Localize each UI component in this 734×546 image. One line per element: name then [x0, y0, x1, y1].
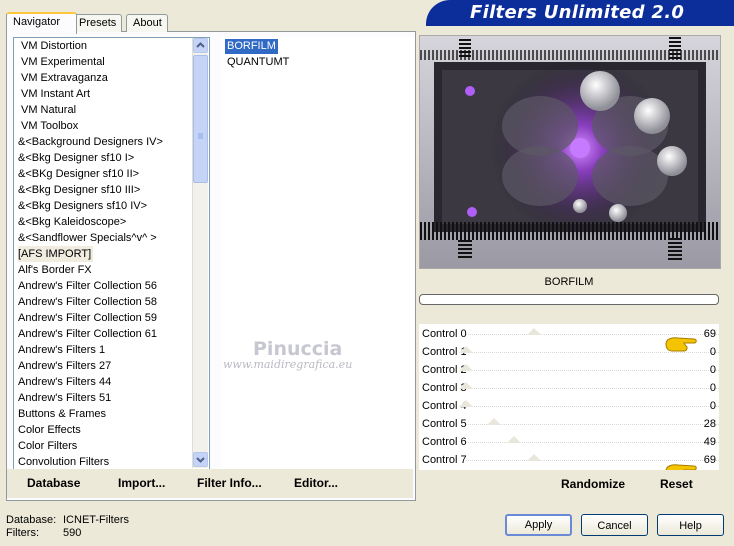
- app-title: Filters Unlimited 2.0: [470, 2, 685, 23]
- control-slider-row[interactable]: Control 20: [419, 362, 719, 380]
- control-track[interactable]: [459, 364, 719, 372]
- category-item[interactable]: Andrew's Filter Collection 59: [18, 310, 157, 326]
- category-item[interactable]: Andrew's Filters 44: [18, 374, 111, 390]
- category-item[interactable]: VM Natural: [21, 102, 76, 118]
- editor-button[interactable]: Editor...: [294, 476, 338, 490]
- tab-presets[interactable]: Presets: [72, 14, 122, 32]
- slider-thumb[interactable]: [527, 454, 542, 461]
- preview-image: [419, 35, 721, 269]
- scroll-down-button[interactable]: [193, 452, 208, 467]
- grip-icon: [198, 133, 203, 139]
- category-item[interactable]: Alf's Border FX: [18, 262, 92, 278]
- slider-thumb[interactable]: [486, 418, 501, 425]
- randomize-button[interactable]: Randomize: [561, 477, 625, 491]
- control-label: Control 0: [422, 328, 467, 340]
- control-slider-row[interactable]: Control 30: [419, 380, 719, 398]
- tab-navigator[interactable]: Navigator: [6, 12, 77, 34]
- category-item[interactable]: VM Toolbox: [21, 118, 78, 134]
- category-item[interactable]: &<Bkg Designer sf10 I>: [18, 150, 134, 166]
- preview-artwork: [420, 36, 720, 268]
- control-label: Control 7: [422, 454, 467, 466]
- category-item[interactable]: Andrew's Filter Collection 58: [18, 294, 157, 310]
- panel-button-bar: Database Import... Filter Info... Editor…: [7, 469, 413, 498]
- control-label: Control 6: [422, 436, 467, 448]
- reset-button[interactable]: Reset: [660, 477, 693, 491]
- control-value: 0: [709, 400, 716, 412]
- category-list[interactable]: VM Distortion VM Experimental VM Extravaga…: [13, 37, 210, 471]
- category-item[interactable]: &<Bkg Designers sf10 IV>: [18, 198, 147, 214]
- category-item[interactable]: VM Experimental: [21, 54, 105, 70]
- category-item[interactable]: VM Distortion: [21, 38, 87, 54]
- watermark-name: Pinuccia: [253, 338, 343, 360]
- control-value: 0: [709, 382, 716, 394]
- apply-button[interactable]: Apply: [505, 514, 572, 536]
- control-track[interactable]: [466, 418, 719, 426]
- cancel-button[interactable]: Cancel: [581, 514, 648, 536]
- chevron-down-icon: [196, 457, 205, 463]
- database-label: Database:: [6, 514, 57, 526]
- category-item[interactable]: VM Extravaganza: [21, 70, 108, 86]
- category-scrollbar[interactable]: [192, 38, 208, 468]
- control-track[interactable]: [459, 400, 719, 408]
- category-item[interactable]: Convolution Filters: [18, 454, 109, 470]
- control-value: 69: [703, 328, 716, 340]
- filters-label: Filters:: [6, 527, 39, 539]
- category-item[interactable]: Color Filters: [18, 438, 77, 454]
- slider-thumb[interactable]: [459, 364, 473, 371]
- scroll-thumb[interactable]: [193, 55, 208, 183]
- control-track[interactable]: [466, 436, 719, 444]
- control-value: 69: [703, 454, 716, 466]
- control-value: 0: [709, 346, 716, 358]
- control-value: 28: [703, 418, 716, 430]
- slider-thumb[interactable]: [459, 382, 473, 389]
- slider-thumb[interactable]: [527, 328, 542, 335]
- control-slider-row[interactable]: Control 6 49: [419, 434, 719, 452]
- filter-info-button[interactable]: Filter Info...: [197, 476, 262, 490]
- category-item[interactable]: &<Sandflower Specials^v^ >: [18, 230, 157, 246]
- category-item[interactable]: Color Effects: [18, 422, 81, 438]
- category-item[interactable]: Andrew's Filter Collection 61: [18, 326, 157, 342]
- tab-about[interactable]: About: [126, 14, 168, 32]
- category-item[interactable]: Andrew's Filters 27: [18, 358, 111, 374]
- category-item[interactable]: [AFS IMPORT]: [18, 246, 94, 262]
- control-track[interactable]: [459, 382, 719, 390]
- category-item[interactable]: Buttons & Frames: [18, 406, 106, 422]
- category-item[interactable]: &<Bkg Designer sf10 III>: [18, 182, 140, 198]
- chevron-up-icon: [196, 42, 205, 48]
- slider-thumb[interactable]: [459, 346, 473, 353]
- import-button[interactable]: Import...: [118, 476, 165, 490]
- preset-button-bar: Randomize Reset: [419, 470, 719, 498]
- control-label: Control 5: [422, 418, 467, 430]
- filters-count: 590: [63, 527, 82, 539]
- category-item[interactable]: &<BKg Designer sf10 II>: [18, 166, 139, 182]
- category-item[interactable]: Andrew's Filter Collection 56: [18, 278, 157, 294]
- progress-bar: [419, 294, 719, 305]
- control-slider-row[interactable]: Control 5 28: [419, 416, 719, 434]
- help-button[interactable]: Help: [657, 514, 724, 536]
- category-item[interactable]: &<Background Designers IV>: [18, 134, 163, 150]
- category-item[interactable]: Andrew's Filters 51: [18, 390, 111, 406]
- watermark-url: www.maidiregrafica.eu: [223, 358, 353, 371]
- control-value: 0: [709, 364, 716, 376]
- slider-thumb[interactable]: [459, 400, 473, 407]
- category-item[interactable]: VM Instant Art: [21, 86, 90, 102]
- database-button[interactable]: Database: [27, 476, 80, 490]
- pointing-hand-icon: [665, 337, 697, 352]
- category-item[interactable]: Andrew's Filters 1: [18, 342, 105, 358]
- filter-item-quantumt[interactable]: QUANTUMT: [225, 55, 291, 70]
- filter-list[interactable]: BORFILM QUANTUMT: [222, 37, 414, 469]
- category-item[interactable]: &<Bkg Kaleidoscope>: [18, 214, 126, 230]
- current-filter-name: BORFILM: [544, 276, 594, 288]
- control-value: 49: [703, 436, 716, 448]
- slider-thumb[interactable]: [507, 436, 522, 443]
- control-slider-row[interactable]: Control 40: [419, 398, 719, 416]
- filter-item-borfilm[interactable]: BORFILM: [225, 39, 278, 54]
- database-value: ICNET-Filters: [63, 514, 129, 526]
- scroll-up-button[interactable]: [193, 38, 208, 53]
